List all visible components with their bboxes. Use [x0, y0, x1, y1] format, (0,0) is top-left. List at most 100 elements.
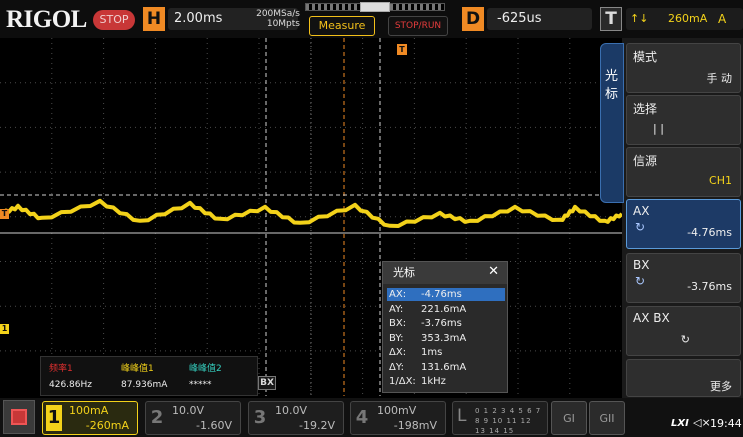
generator-1-button[interactable]: GI	[551, 401, 587, 435]
cursor-readout-row: AX: -4.76ms	[387, 288, 505, 301]
menu-more[interactable]: 更多	[626, 359, 741, 397]
channel-scale: 10.0V	[275, 404, 308, 417]
knob-icon: ↻	[680, 333, 690, 346]
measure-value-vpp2: *****	[189, 380, 212, 390]
channel-scale: 100mV	[377, 404, 417, 417]
trigger-edge: ↑↓	[630, 12, 649, 25]
menu-source[interactable]: 信源 CH1	[626, 147, 741, 197]
channel-number: 2	[150, 407, 164, 428]
menu-source-value: CH1	[709, 174, 732, 187]
channel-scale: 100mA	[69, 404, 109, 417]
lxi-icon: LXI	[671, 418, 689, 429]
cursor-readout-row: ΔX: 1ms	[387, 346, 505, 359]
menu-source-label: 信源	[633, 154, 658, 168]
stoprun-button[interactable]: STOP/RUN	[388, 16, 448, 36]
channel-offset: -1.60V	[196, 419, 232, 432]
memory-depth: 10Mpts	[266, 19, 300, 29]
menu-bx-label: BX	[633, 258, 650, 272]
menu-bx[interactable]: BX ↻ -3.76ms	[626, 253, 741, 303]
menu-ax[interactable]: AX ↻ -4.76ms	[626, 199, 741, 249]
cursor-readout-row: BX: -3.76ms	[387, 317, 505, 330]
logic-digits: 0 1 2 3 4 5 6 7 8 9 10 11 12 13 14 15	[475, 407, 542, 435]
knob-icon: ↻	[635, 274, 646, 288]
cursor-readout-key: BX:	[389, 318, 407, 329]
home-button[interactable]	[3, 400, 35, 434]
cursor-tab-label: 光标	[605, 69, 619, 102]
oscilloscope-screen: RIGOL STOP H 2.00ms 200MSa/s 10Mpts Meas…	[0, 0, 743, 437]
cursor-readout-key: ΔX:	[389, 347, 407, 358]
cursor-popup: 光标 ✕ AX: -4.76ms AY: 221.6mA BX: -3.76ms BY: 35…	[382, 261, 508, 393]
channel-number: 1	[46, 405, 62, 431]
trigger-icon[interactable]: T	[600, 7, 622, 31]
ch1-ground-marker[interactable]: 1	[0, 324, 9, 334]
delay-value[interactable]: -625us	[487, 8, 592, 30]
cursor-readout-row: AY: 221.6mA	[387, 303, 505, 316]
cursor-readout-key: AY:	[389, 303, 404, 315]
cursor-readout-value: 131.6mA	[421, 361, 467, 373]
delay-icon[interactable]: D	[462, 7, 484, 31]
cursor-readout-key: 1/ΔX:	[389, 376, 416, 387]
cursor-bx-label[interactable]: BX	[258, 376, 276, 390]
measure-label-vpp2: 峰峰值2	[189, 364, 222, 374]
menu-mode-label: 模式	[633, 50, 658, 64]
menu-select-label: 选择	[633, 102, 658, 116]
channel-number: 4	[355, 407, 369, 428]
trigger-position-marker[interactable]: T	[397, 44, 407, 55]
trigger-mode: A	[718, 12, 727, 26]
logic-icon: L	[457, 406, 467, 426]
top-bar: RIGOL STOP H 2.00ms 200MSa/s 10Mpts Meas…	[0, 0, 743, 38]
measure-label-vpp1: 峰峰值1	[121, 364, 154, 374]
cursor-readout-value: 1ms	[421, 347, 443, 358]
logic-channels-button[interactable]: L 0 1 2 3 4 5 6 7 8 9 10 11 12 13 14 15	[452, 401, 548, 435]
trigger-level: 260mA	[668, 12, 708, 25]
cursor-readout-row: BY: 353.3mA	[387, 332, 505, 345]
grid-svg	[0, 38, 622, 396]
cursor-readout-key: ΔY:	[389, 361, 404, 373]
close-icon[interactable]: ✕	[488, 264, 499, 279]
cursor-readout-value: 1kHz	[421, 376, 446, 387]
measure-button[interactable]: Measure	[309, 16, 375, 36]
knob-icon: ↻	[635, 220, 646, 234]
cursor-readout-key: AX:	[389, 289, 407, 300]
cursor-readout-value: 221.6mA	[421, 303, 467, 315]
menu-select[interactable]: 选择 | |	[626, 95, 741, 145]
clock: 19:44	[710, 417, 742, 430]
cursor-readout-value: -3.76ms	[421, 318, 462, 329]
channel-3-button[interactable]: 3 10.0V -19.2V	[248, 401, 344, 435]
cursor-readout-row: 1/ΔX: 1kHz	[387, 375, 505, 388]
cursor-readout-row: ΔY: 131.6mA	[387, 361, 505, 374]
channel-offset: -19.2V	[299, 419, 335, 432]
sample-rate-info: 200MSa/s 10Mpts	[240, 9, 300, 29]
speaker-mute-icon[interactable]: ◁×	[693, 416, 711, 429]
channel-scale: 10.0V	[172, 404, 205, 417]
menu-mode-value: 手 动	[706, 72, 733, 85]
menu-axbx-label: AX BX	[633, 311, 670, 325]
measure-value-freq: 426.86Hz	[49, 380, 92, 390]
measure-value-vpp1: 87.936mA	[121, 380, 168, 390]
trigger-info[interactable]: ↑↓ 260mA A	[626, 8, 743, 30]
menu-select-value: | |	[653, 122, 664, 135]
measure-label-freq: 频率1	[49, 364, 73, 374]
channel-2-button[interactable]: 2 10.0V -1.60V	[145, 401, 241, 435]
ch1-offset-marker[interactable]: T	[0, 209, 9, 219]
sample-rate: 200MSa/s	[256, 9, 300, 19]
menu-ax-value: -4.76ms	[687, 226, 732, 239]
generator-2-button[interactable]: GII	[589, 401, 625, 435]
channel-offset: -260mA	[85, 419, 129, 432]
run-state-badge[interactable]: STOP	[93, 10, 135, 30]
menu-more-label: 更多	[710, 380, 732, 393]
cursor-readout-key: BY:	[389, 332, 404, 344]
menu-axbx[interactable]: AX BX ↻	[626, 306, 741, 356]
menu-mode[interactable]: 模式 手 动	[626, 43, 741, 93]
cursor-readout-value: 353.3mA	[421, 332, 467, 344]
waveform-grid[interactable]	[0, 38, 622, 396]
channel-4-button[interactable]: 4 100mV -198mV	[350, 401, 446, 435]
memory-window	[360, 2, 390, 12]
menu-ax-label: AX	[633, 204, 650, 218]
horizontal-icon[interactable]: H	[143, 7, 165, 31]
cursor-menu-tab[interactable]: 光标	[600, 43, 624, 203]
channel-1-button[interactable]: 1 100mA -260mA	[42, 401, 138, 435]
home-icon	[11, 409, 27, 425]
menu-bx-value: -3.76ms	[687, 280, 732, 293]
cursor-readout-value: -4.76ms	[421, 289, 462, 300]
